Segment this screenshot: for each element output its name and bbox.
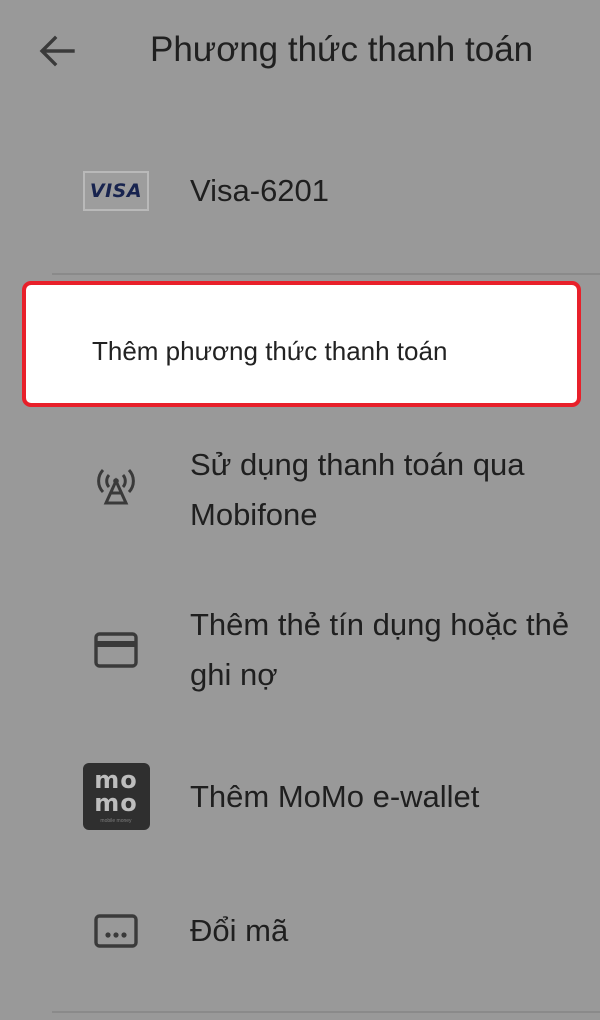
option-add-momo[interactable]: mo mo mobile money Thêm MoMo e-wallet — [0, 755, 600, 845]
visa-icon: VISA — [83, 171, 149, 211]
carrier-signal-icon — [82, 452, 150, 520]
add-payment-method-button[interactable]: Thêm phương thức thanh toán — [22, 281, 581, 407]
back-button[interactable] — [34, 28, 80, 74]
option-add-card[interactable]: Thêm thẻ tín dụng hoặc thẻ ghi nợ — [0, 592, 600, 712]
divider — [52, 273, 600, 275]
saved-payment-label: Visa-6201 — [190, 173, 330, 208]
add-payment-method-label: Thêm phương thức thanh toán — [92, 336, 448, 366]
momo-logo-subtext: mobile money — [100, 817, 132, 824]
option-mobifone-label: Sử dụng thanh toán qua Mobifone — [190, 447, 525, 532]
redeem-code-icon — [82, 897, 150, 965]
option-redeem-code-label: Đổi mã — [190, 913, 289, 948]
divider — [52, 1011, 600, 1013]
momo-logo-icon: mo mo mobile money — [82, 762, 150, 830]
page-title: Phương thức thanh toán — [150, 30, 534, 69]
option-add-card-label: Thêm thẻ tín dụng hoặc thẻ ghi nợ — [190, 607, 570, 692]
arrow-left-icon — [39, 35, 75, 67]
payment-methods-screen: Phương thức thanh toán VISA Visa-6201 Th… — [0, 0, 600, 1020]
option-add-momo-label: Thêm MoMo e-wallet — [190, 779, 480, 814]
option-mobifone-billing[interactable]: Sử dụng thanh toán qua Mobifone — [0, 430, 600, 550]
credit-card-icon — [82, 616, 150, 684]
option-redeem-code[interactable]: Đổi mã — [0, 892, 600, 972]
app-header: Phương thức thanh toán — [0, 0, 600, 100]
momo-logo-text: mo mo — [94, 765, 138, 817]
